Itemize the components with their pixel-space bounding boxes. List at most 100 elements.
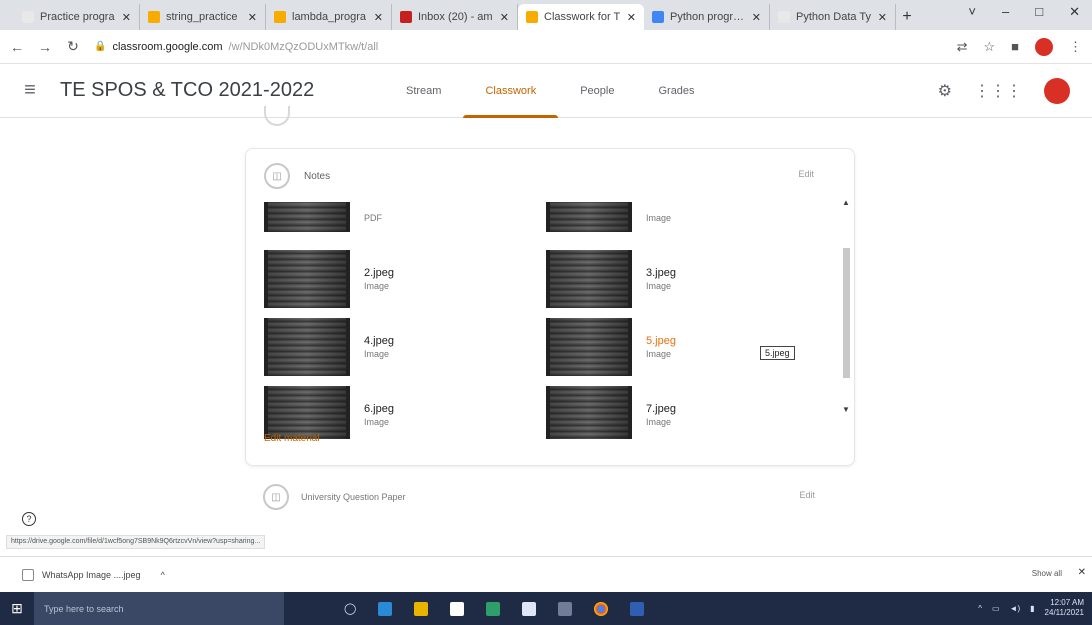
app-icon[interactable] bbox=[486, 601, 501, 616]
attachment-item[interactable]: Image bbox=[546, 189, 816, 247]
forward-icon[interactable]: → bbox=[38, 39, 52, 55]
browser-tab-strip: Practice progra ✕ string_practice ✕ lambda_p… bbox=[0, 0, 1092, 30]
tab-people[interactable]: People bbox=[558, 64, 636, 118]
share-icon[interactable]: ⇄ bbox=[957, 39, 968, 55]
file-explorer-icon[interactable] bbox=[414, 601, 429, 616]
next-material-title: University Question Paper bbox=[301, 492, 406, 502]
tab-close-icon[interactable]: ✕ bbox=[374, 11, 383, 24]
attachment-item[interactable]: 6.jpeg Image bbox=[264, 385, 534, 439]
attachment-thumbnail[interactable] bbox=[546, 318, 632, 376]
extension-icon[interactable]: ■ bbox=[1011, 39, 1019, 54]
windows-start-icon[interactable]: ⊞ bbox=[0, 600, 34, 617]
classroom-header: ≡ TE SPOS & TCO 2021-2022 Stream Classwor… bbox=[0, 64, 1092, 119]
hamburger-menu-icon[interactable]: ≡ bbox=[0, 79, 60, 102]
browser-tab[interactable]: Practice progra ✕ bbox=[14, 4, 140, 30]
task-view-icon[interactable]: ◯ bbox=[344, 602, 356, 615]
tab-label: Inbox (20) - am bbox=[418, 11, 493, 23]
tab-search-icon[interactable]: ˅ bbox=[968, 4, 976, 20]
tab-close-icon[interactable]: ✕ bbox=[627, 11, 636, 24]
tab-close-icon[interactable]: ✕ bbox=[500, 11, 509, 24]
help-icon[interactable]: ? bbox=[22, 512, 36, 526]
settings-gear-icon[interactable]: ⚙ bbox=[938, 81, 952, 101]
tab-classwork[interactable]: Classwork bbox=[463, 64, 558, 119]
attachment-name[interactable]: 2.jpeg bbox=[364, 267, 394, 279]
tab-grades[interactable]: Grades bbox=[636, 64, 716, 118]
classwork-content: ◫ Notes Edit PDF Image 2.jpeg Image 3.jpeg Im… bbox=[0, 106, 1092, 556]
new-tab-button[interactable]: + bbox=[896, 4, 918, 30]
profile-avatar[interactable] bbox=[1035, 37, 1053, 56]
tab-stream[interactable]: Stream bbox=[384, 64, 463, 118]
browser-tab[interactable]: Python program ✕ bbox=[644, 4, 770, 30]
attachment-name[interactable]: 6.jpeg bbox=[364, 403, 394, 415]
windows-taskbar: ⊞ Type here to search ◯ ^ ▭ ◄) ▮ 12:07 A… bbox=[0, 592, 1092, 625]
attachment-info: 7.jpeg Image bbox=[646, 403, 676, 427]
tab-close-icon[interactable]: ✕ bbox=[878, 11, 887, 24]
download-filename[interactable]: WhatsApp Image ....jpeg bbox=[42, 570, 141, 580]
browser-tab[interactable]: Inbox (20) - am ✕ bbox=[392, 4, 518, 30]
scroll-down-arrow[interactable]: ▼ bbox=[842, 405, 850, 414]
taskbar-clock[interactable]: 12:07 AM 24/11/2021 bbox=[1045, 598, 1084, 618]
attachment-thumbnail[interactable] bbox=[264, 386, 350, 439]
scroll-up-arrow[interactable]: ▲ bbox=[842, 198, 850, 207]
system-tray: ^ ▭ ◄) ▮ 12:07 AM 24/11/2021 bbox=[978, 598, 1084, 618]
attachment-item[interactable]: 2.jpeg Image bbox=[264, 249, 534, 309]
next-material-card[interactable]: ◫ University Question Paper Edit bbox=[245, 480, 855, 550]
address-bar: ← → ↻ 🔒 classroom.google.com/w/NDk0MzQzO… bbox=[0, 30, 1092, 64]
browser-tab[interactable]: string_practice ✕ bbox=[140, 4, 266, 30]
maximize-button[interactable]: □ bbox=[1035, 4, 1043, 20]
show-all-button[interactable]: Show all bbox=[1032, 569, 1062, 578]
bookmark-star-icon[interactable]: ☆ bbox=[983, 39, 995, 55]
back-icon[interactable]: ← bbox=[10, 39, 24, 55]
scroll-thumb[interactable] bbox=[843, 248, 850, 378]
reload-icon[interactable]: ↻ bbox=[66, 38, 80, 55]
attachment-thumbnail[interactable] bbox=[546, 202, 632, 232]
edit-material-link[interactable]: Edit material bbox=[264, 433, 320, 444]
status-bar-url: https://drive.google.com/file/d/1wcf5ong… bbox=[6, 535, 266, 549]
minimize-button[interactable]: – bbox=[1002, 4, 1009, 20]
tray-chevron-icon[interactable]: ^ bbox=[978, 604, 982, 613]
attachment-item[interactable]: 3.jpeg Image bbox=[546, 249, 816, 309]
media-icon[interactable] bbox=[558, 601, 573, 616]
document-icon[interactable] bbox=[522, 601, 537, 616]
attachment-name[interactable]: 5.jpeg bbox=[646, 335, 676, 347]
chrome-icon[interactable] bbox=[594, 601, 609, 616]
tab-close-icon[interactable]: ✕ bbox=[122, 11, 131, 24]
material-header[interactable]: ◫ Notes bbox=[264, 163, 330, 189]
browser-tab[interactable]: Classwork for T ✕ bbox=[518, 4, 644, 30]
close-download-bar-icon[interactable]: ✕ bbox=[1078, 567, 1086, 578]
attachment-info: 5.jpeg Image bbox=[646, 335, 676, 359]
store-icon[interactable] bbox=[450, 601, 465, 616]
browser-tab[interactable]: Python Data Ty ✕ bbox=[770, 4, 896, 30]
word-icon[interactable] bbox=[630, 601, 645, 616]
attachment-item[interactable]: 7.jpeg Image bbox=[546, 385, 816, 439]
notification-icon[interactable]: ▮ bbox=[1030, 604, 1034, 613]
tab-favicon-icon bbox=[400, 11, 412, 23]
attachment-scrollbar[interactable]: ▲ ▼ bbox=[842, 198, 852, 414]
attachment-item[interactable]: PDF bbox=[264, 189, 534, 247]
attachment-name[interactable]: 4.jpeg bbox=[364, 335, 394, 347]
menu-kebab-icon[interactable]: ⋮ bbox=[1069, 39, 1082, 55]
user-avatar[interactable] bbox=[1044, 78, 1070, 104]
attachment-thumbnail[interactable] bbox=[264, 202, 350, 232]
attachment-name[interactable]: 3.jpeg bbox=[646, 267, 676, 279]
lock-icon: 🔒 bbox=[94, 41, 107, 52]
attachment-thumbnail[interactable] bbox=[264, 250, 350, 308]
header-actions: ⚙ ⋮⋮⋮ bbox=[938, 78, 1070, 104]
close-window-button[interactable]: ✕ bbox=[1069, 4, 1080, 20]
class-title[interactable]: TE SPOS & TCO 2021-2022 bbox=[60, 79, 390, 102]
attachment-thumbnail[interactable] bbox=[264, 318, 350, 376]
attachment-name[interactable]: 7.jpeg bbox=[646, 403, 676, 415]
download-chevron-icon[interactable]: ^ bbox=[161, 570, 165, 580]
attachment-thumbnail[interactable] bbox=[546, 386, 632, 439]
apps-grid-icon[interactable]: ⋮⋮⋮ bbox=[974, 81, 1022, 101]
attachment-thumbnail[interactable] bbox=[546, 250, 632, 308]
edge-icon[interactable] bbox=[378, 601, 393, 616]
taskbar-search[interactable]: Type here to search bbox=[34, 592, 284, 625]
browser-tab[interactable]: lambda_progra ✕ bbox=[266, 4, 392, 30]
tab-close-icon[interactable]: ✕ bbox=[752, 11, 761, 24]
tab-close-icon[interactable]: ✕ bbox=[248, 11, 257, 24]
volume-icon[interactable]: ◄) bbox=[1010, 604, 1021, 613]
attachment-item[interactable]: 4.jpeg Image bbox=[264, 317, 534, 377]
url-field[interactable]: 🔒 classroom.google.com/w/NDk0MzQzODUxMTk… bbox=[94, 35, 943, 59]
network-icon[interactable]: ▭ bbox=[992, 604, 1000, 613]
